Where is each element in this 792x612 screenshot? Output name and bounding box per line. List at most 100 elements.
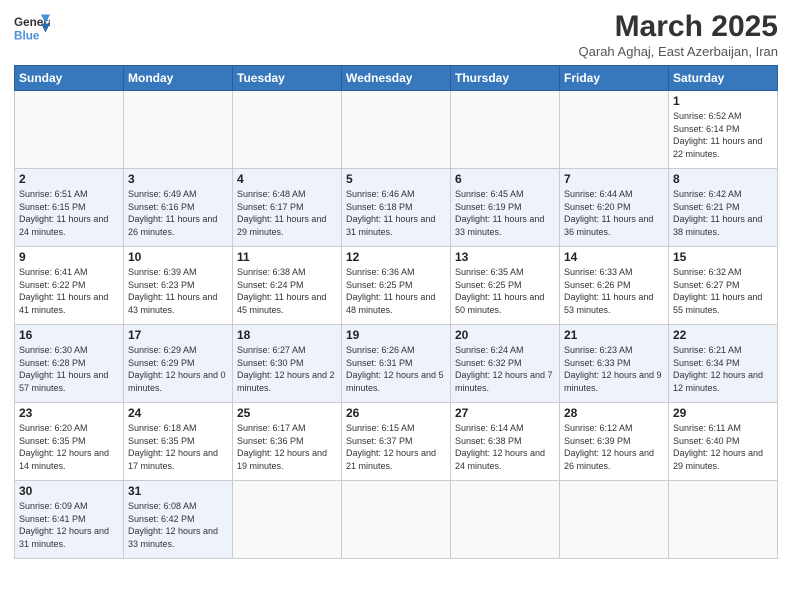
calendar-cell: [15, 91, 124, 169]
day-info: Sunrise: 6:49 AM Sunset: 6:16 PM Dayligh…: [128, 188, 228, 238]
day-number: 15: [673, 250, 773, 264]
header: General Blue March 2025 Qarah Aghaj, Eas…: [14, 10, 778, 59]
title-section: March 2025 Qarah Aghaj, East Azerbaijan,…: [579, 10, 778, 59]
calendar-week-row: 1 Sunrise: 6:52 AM Sunset: 6:14 PM Daylig…: [15, 91, 778, 169]
calendar-cell: 7Sunrise: 6:44 AM Sunset: 6:20 PM Daylig…: [560, 169, 669, 247]
day-number: 18: [237, 328, 337, 342]
page: General Blue March 2025 Qarah Aghaj, Eas…: [0, 0, 792, 612]
day-info: Sunrise: 6:08 AM Sunset: 6:42 PM Dayligh…: [128, 500, 228, 550]
day-info: Sunrise: 6:29 AM Sunset: 6:29 PM Dayligh…: [128, 344, 228, 394]
calendar-cell: 21 Sunrise: 6:23 AM Sunset: 6:33 PM Dayli…: [560, 325, 669, 403]
calendar-cell: 8Sunrise: 6:42 AM Sunset: 6:21 PM Daylig…: [669, 169, 778, 247]
calendar-cell: [342, 91, 451, 169]
day-info: Sunrise: 6:52 AM Sunset: 6:14 PM Dayligh…: [673, 110, 773, 160]
calendar-cell: 1 Sunrise: 6:52 AM Sunset: 6:14 PM Daylig…: [669, 91, 778, 169]
header-friday: Friday: [560, 66, 669, 91]
calendar-cell: 12Sunrise: 6:36 AM Sunset: 6:25 PM Dayli…: [342, 247, 451, 325]
month-title: March 2025: [579, 10, 778, 44]
day-number: 10: [128, 250, 228, 264]
day-info: Sunrise: 6:23 AM Sunset: 6:33 PM Dayligh…: [564, 344, 664, 394]
day-number: 24: [128, 406, 228, 420]
day-info: Sunrise: 6:33 AM Sunset: 6:26 PM Dayligh…: [564, 266, 664, 316]
day-info: Sunrise: 6:14 AM Sunset: 6:38 PM Dayligh…: [455, 422, 555, 472]
calendar-cell: 16Sunrise: 6:30 AM Sunset: 6:28 PM Dayli…: [15, 325, 124, 403]
calendar-cell: 29 Sunrise: 6:11 AM Sunset: 6:40 PM Dayli…: [669, 403, 778, 481]
calendar-cell: 6 Sunrise: 6:45 AM Sunset: 6:19 PM Daylig…: [451, 169, 560, 247]
day-number: 16: [19, 328, 119, 342]
day-info: Sunrise: 6:32 AM Sunset: 6:27 PM Dayligh…: [673, 266, 773, 316]
day-info: Sunrise: 6:21 AM Sunset: 6:34 PM Dayligh…: [673, 344, 773, 394]
calendar-week-row: 16Sunrise: 6:30 AM Sunset: 6:28 PM Dayli…: [15, 325, 778, 403]
day-number: 1: [673, 94, 773, 108]
calendar-cell: 15 Sunrise: 6:32 AM Sunset: 6:27 PM Dayli…: [669, 247, 778, 325]
day-number: 13: [455, 250, 555, 264]
day-number: 19: [346, 328, 446, 342]
calendar-cell: [451, 481, 560, 559]
header-saturday: Saturday: [669, 66, 778, 91]
day-number: 21: [564, 328, 664, 342]
day-number: 7: [564, 172, 664, 186]
subtitle: Qarah Aghaj, East Azerbaijan, Iran: [579, 44, 778, 59]
day-number: 29: [673, 406, 773, 420]
day-number: 3: [128, 172, 228, 186]
svg-text:Blue: Blue: [14, 30, 40, 43]
day-info: Sunrise: 6:27 AM Sunset: 6:30 PM Dayligh…: [237, 344, 337, 394]
calendar-cell: 9 Sunrise: 6:41 AM Sunset: 6:22 PM Daylig…: [15, 247, 124, 325]
day-info: Sunrise: 6:51 AM Sunset: 6:15 PM Dayligh…: [19, 188, 119, 238]
calendar-cell: 23Sunrise: 6:20 AM Sunset: 6:35 PM Dayli…: [15, 403, 124, 481]
logo-icon: General Blue: [14, 10, 50, 46]
calendar-cell: 24 Sunrise: 6:18 AM Sunset: 6:35 PM Dayli…: [124, 403, 233, 481]
calendar-cell: [233, 91, 342, 169]
day-number: 14: [564, 250, 664, 264]
day-number: 9: [19, 250, 119, 264]
day-info: Sunrise: 6:15 AM Sunset: 6:37 PM Dayligh…: [346, 422, 446, 472]
calendar-cell: 3 Sunrise: 6:49 AM Sunset: 6:16 PM Daylig…: [124, 169, 233, 247]
day-number: 2: [19, 172, 119, 186]
calendar: Sunday Monday Tuesday Wednesday Thursday…: [14, 65, 778, 559]
header-thursday: Thursday: [451, 66, 560, 91]
day-number: 17: [128, 328, 228, 342]
calendar-cell: [233, 481, 342, 559]
day-number: 27: [455, 406, 555, 420]
calendar-cell: 25Sunrise: 6:17 AM Sunset: 6:36 PM Dayli…: [233, 403, 342, 481]
day-info: Sunrise: 6:38 AM Sunset: 6:24 PM Dayligh…: [237, 266, 337, 316]
header-tuesday: Tuesday: [233, 66, 342, 91]
calendar-cell: 5Sunrise: 6:46 AM Sunset: 6:18 PM Daylig…: [342, 169, 451, 247]
weekday-header-row: Sunday Monday Tuesday Wednesday Thursday…: [15, 66, 778, 91]
day-number: 11: [237, 250, 337, 264]
day-info: Sunrise: 6:48 AM Sunset: 6:17 PM Dayligh…: [237, 188, 337, 238]
calendar-cell: 20 Sunrise: 6:24 AM Sunset: 6:32 PM Dayli…: [451, 325, 560, 403]
day-info: Sunrise: 6:24 AM Sunset: 6:32 PM Dayligh…: [455, 344, 555, 394]
calendar-cell: 14 Sunrise: 6:33 AM Sunset: 6:26 PM Dayli…: [560, 247, 669, 325]
calendar-cell: 13 Sunrise: 6:35 AM Sunset: 6:25 PM Dayli…: [451, 247, 560, 325]
calendar-cell: [669, 481, 778, 559]
day-info: Sunrise: 6:42 AM Sunset: 6:21 PM Dayligh…: [673, 188, 773, 238]
day-number: 22: [673, 328, 773, 342]
day-info: Sunrise: 6:11 AM Sunset: 6:40 PM Dayligh…: [673, 422, 773, 472]
calendar-week-row: 2 Sunrise: 6:51 AM Sunset: 6:15 PM Daylig…: [15, 169, 778, 247]
calendar-week-row: 30Sunrise: 6:09 AM Sunset: 6:41 PM Dayli…: [15, 481, 778, 559]
header-sunday: Sunday: [15, 66, 124, 91]
calendar-cell: 17 Sunrise: 6:29 AM Sunset: 6:29 PM Dayli…: [124, 325, 233, 403]
day-info: Sunrise: 6:26 AM Sunset: 6:31 PM Dayligh…: [346, 344, 446, 394]
day-info: Sunrise: 6:35 AM Sunset: 6:25 PM Dayligh…: [455, 266, 555, 316]
calendar-cell: [560, 91, 669, 169]
day-info: Sunrise: 6:39 AM Sunset: 6:23 PM Dayligh…: [128, 266, 228, 316]
calendar-cell: 27 Sunrise: 6:14 AM Sunset: 6:38 PM Dayli…: [451, 403, 560, 481]
day-number: 6: [455, 172, 555, 186]
calendar-cell: 30Sunrise: 6:09 AM Sunset: 6:41 PM Dayli…: [15, 481, 124, 559]
calendar-cell: 31Sunrise: 6:08 AM Sunset: 6:42 PM Dayli…: [124, 481, 233, 559]
calendar-week-row: 9 Sunrise: 6:41 AM Sunset: 6:22 PM Daylig…: [15, 247, 778, 325]
day-number: 30: [19, 484, 119, 498]
day-number: 23: [19, 406, 119, 420]
calendar-cell: 2 Sunrise: 6:51 AM Sunset: 6:15 PM Daylig…: [15, 169, 124, 247]
calendar-cell: [451, 91, 560, 169]
day-info: Sunrise: 6:41 AM Sunset: 6:22 PM Dayligh…: [19, 266, 119, 316]
day-number: 5: [346, 172, 446, 186]
calendar-cell: 28Sunrise: 6:12 AM Sunset: 6:39 PM Dayli…: [560, 403, 669, 481]
header-monday: Monday: [124, 66, 233, 91]
day-info: Sunrise: 6:45 AM Sunset: 6:19 PM Dayligh…: [455, 188, 555, 238]
day-number: 20: [455, 328, 555, 342]
day-info: Sunrise: 6:18 AM Sunset: 6:35 PM Dayligh…: [128, 422, 228, 472]
calendar-cell: 19 Sunrise: 6:26 AM Sunset: 6:31 PM Dayli…: [342, 325, 451, 403]
